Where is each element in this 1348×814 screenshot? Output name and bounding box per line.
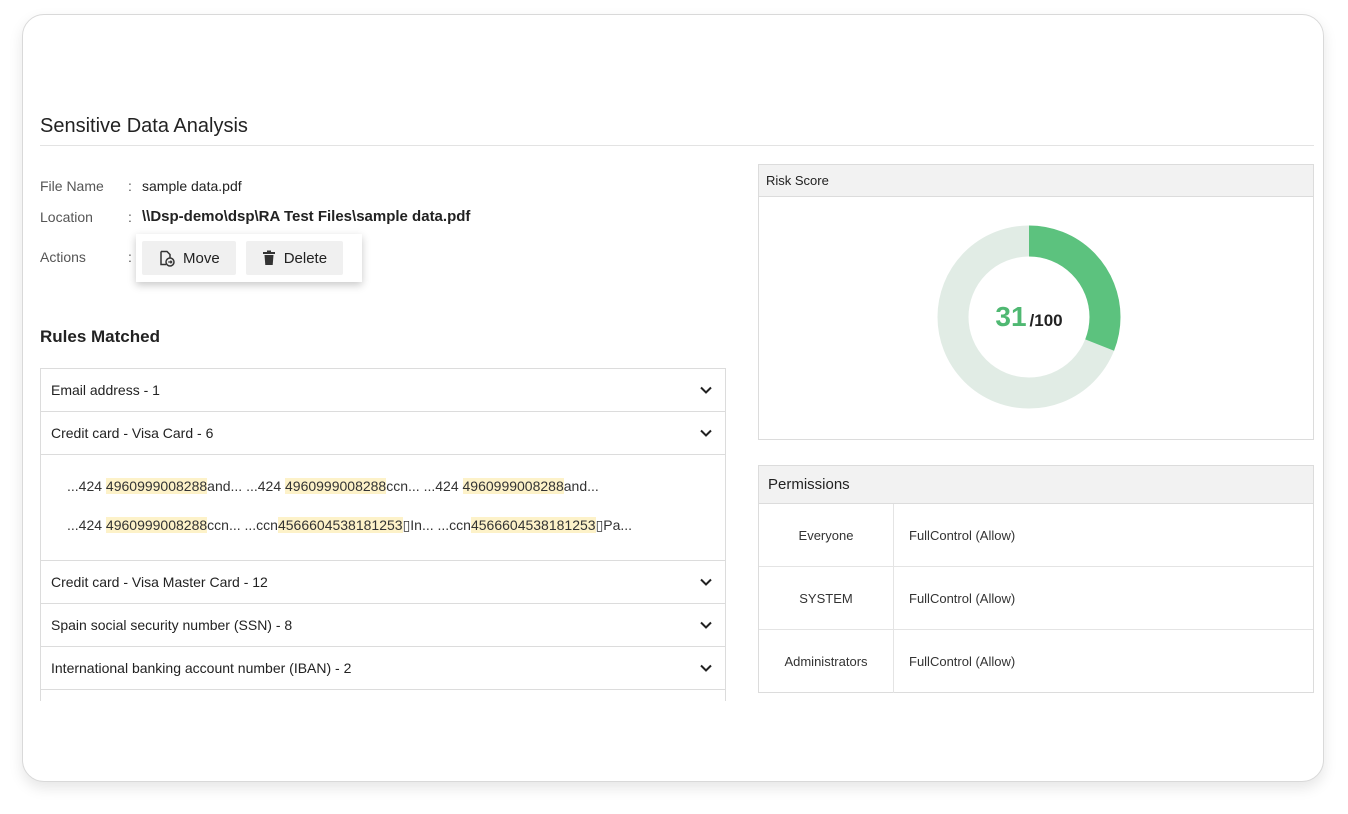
- actions-row: Actions :: [40, 249, 142, 265]
- snippet-text: ccn...: [207, 517, 245, 533]
- permission-rights: FullControl (Allow): [909, 590, 1016, 606]
- snippet-text: ...ccn: [244, 517, 278, 533]
- location-label: Location: [40, 208, 93, 225]
- snippet-match: 4566604538181253: [277, 517, 403, 533]
- location-value: \\Dsp-demo\dsp\RA Test Files\sample data…: [142, 208, 471, 225]
- permission-rights: FullControl (Allow): [909, 654, 1016, 669]
- snippet-line: ...424 4960999008288ccn... ...ccn4566604…: [67, 506, 725, 545]
- colon: :: [128, 178, 132, 194]
- snippet-text: ...424: [67, 478, 106, 494]
- permission-principal: Everyone: [759, 504, 894, 566]
- risk-score-panel: Risk Score 31 /100: [758, 164, 1314, 440]
- snippet-match: 4960999008288: [105, 517, 208, 533]
- page-title: Sensitive Data Analysis: [40, 115, 248, 137]
- snippet-text: ...ccn: [437, 517, 471, 533]
- snippet-match: 4566604538181253: [470, 517, 596, 533]
- rule-item-spain-ssn[interactable]: Spain social security number (SSN) - 8: [41, 604, 725, 647]
- rule-item-email[interactable]: Email address - 1: [41, 369, 725, 412]
- rule-item-label: Credit card - Visa Master Card - 12: [51, 574, 268, 590]
- risk-score-title: Risk Score: [759, 165, 1313, 197]
- snippet-text: ...424: [67, 517, 106, 533]
- title-divider: [40, 145, 1314, 146]
- file-name-label: File Name: [40, 178, 104, 194]
- snippet-text: ...424: [246, 478, 285, 494]
- rule-details-visa-card: ...424 4960999008288and... ...424 496099…: [41, 455, 725, 561]
- snippet-text: ▯In...: [402, 517, 438, 533]
- snippet-match: 4960999008288: [105, 478, 208, 494]
- snippet-text: and...: [563, 478, 599, 494]
- rule-item-label: International banking account number (IB…: [51, 660, 352, 676]
- snippet-text: ccn...: [386, 478, 424, 494]
- rule-item-label: Spain social security number (SSN) - 8: [51, 617, 293, 633]
- rule-item-label: Credit card - Visa Card - 6: [51, 425, 214, 441]
- rule-item-visa-master-card[interactable]: Credit card - Visa Master Card - 12: [41, 561, 725, 604]
- snippet-text: ...424: [423, 478, 463, 494]
- risk-score-value: 31: [995, 301, 1027, 332]
- rule-item-iban[interactable]: International banking account number (IB…: [41, 647, 725, 690]
- file-name-row: File Name : sample data.pdf: [40, 178, 242, 194]
- permission-row: SYSTEM FullControl (Allow): [759, 567, 1313, 630]
- permissions-panel: Permissions Everyone FullControl (Allow)…: [758, 465, 1314, 693]
- actions-popover: Move Delete: [136, 234, 362, 282]
- chevron-down-icon[interactable]: [699, 383, 713, 397]
- rules-accordion: Email address - 1 Credit card - Visa Car…: [40, 368, 726, 701]
- location-row: Location : \\Dsp-demo\dsp\RA Test Files\…: [40, 208, 470, 225]
- move-button-label: Move: [183, 249, 220, 267]
- file-name-value: sample data.pdf: [142, 178, 242, 194]
- move-button[interactable]: Move: [142, 241, 236, 275]
- rules-matched-title: Rules Matched: [40, 327, 160, 346]
- chevron-down-icon[interactable]: [699, 575, 713, 589]
- permission-principal: Administrators: [759, 630, 894, 693]
- colon: :: [128, 208, 132, 225]
- permission-rights: FullControl (Allow): [909, 527, 1016, 543]
- snippet-match: 4960999008288: [462, 478, 564, 494]
- snippet-match: 4960999008288: [285, 478, 387, 494]
- move-file-icon: [158, 250, 175, 267]
- rule-item-visa-card[interactable]: Credit card - Visa Card - 6: [41, 412, 725, 455]
- rule-item-label: Email address - 1: [51, 382, 160, 398]
- permission-row: Everyone FullControl (Allow): [759, 504, 1313, 567]
- analysis-card: Sensitive Data Analysis File Name : samp…: [22, 14, 1324, 782]
- chevron-down-icon[interactable]: [699, 661, 713, 675]
- delete-button[interactable]: Delete: [245, 241, 344, 275]
- risk-score-readout: 31 /100: [937, 225, 1121, 409]
- actions-label: Actions: [40, 249, 86, 265]
- permission-row: Administrators FullControl (Allow): [759, 630, 1313, 693]
- snippet-text: ▯Pa...: [595, 517, 633, 533]
- permission-principal: SYSTEM: [759, 567, 894, 629]
- chevron-down-icon[interactable]: [699, 426, 713, 440]
- snippet-text: and...: [207, 478, 247, 494]
- permissions-title: Permissions: [759, 466, 1313, 504]
- trash-icon: [262, 250, 276, 266]
- chevron-down-icon[interactable]: [699, 618, 713, 632]
- delete-button-label: Delete: [283, 249, 328, 267]
- risk-score-max: /100: [1029, 311, 1063, 330]
- snippet-line: ...424 4960999008288and... ...424 496099…: [67, 467, 725, 506]
